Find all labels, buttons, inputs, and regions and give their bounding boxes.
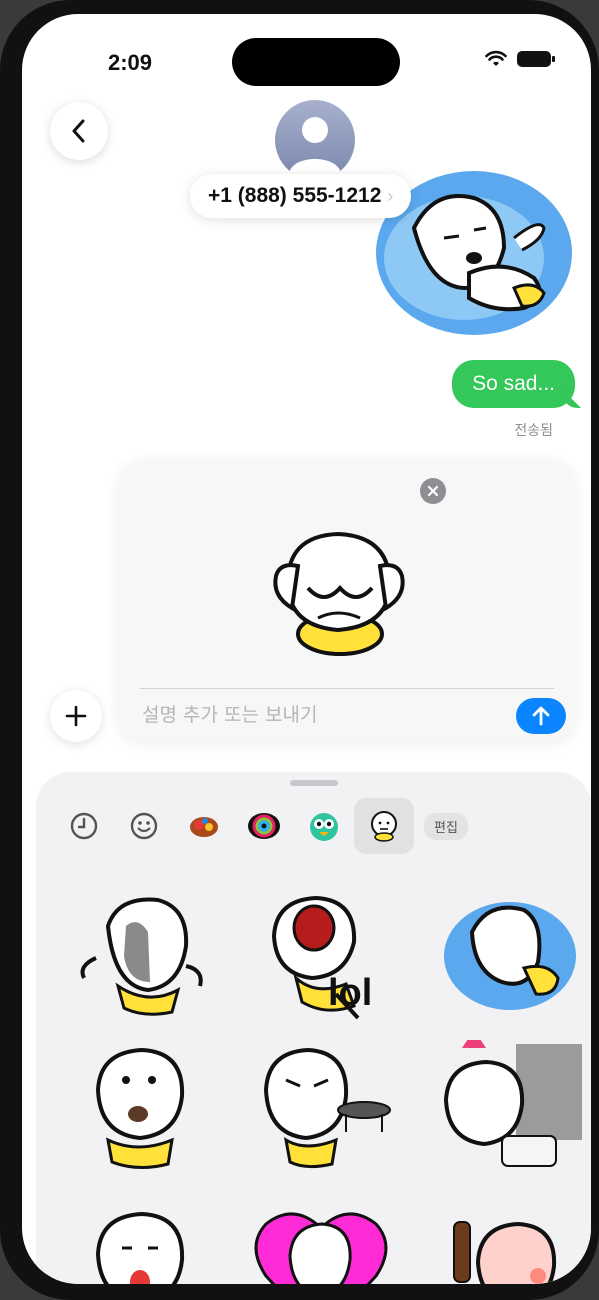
status-time: 2:09: [108, 50, 153, 75]
tab-emoji[interactable]: [114, 798, 174, 854]
sticker-item[interactable]: [246, 886, 396, 1026]
remove-attachment-button[interactable]: [420, 478, 446, 504]
back-button[interactable]: [50, 102, 108, 160]
message-bubble[interactable]: So sad...: [452, 360, 575, 408]
contact-phone-number: +1 (888) 555-1212: [208, 184, 382, 207]
sticker-pack-1-icon: [190, 817, 218, 837]
sticker-pack-2-icon: [248, 813, 280, 839]
sticker-item[interactable]: [68, 1040, 218, 1180]
sticker-grill-icon: [263, 1047, 391, 1169]
wifi-icon: [485, 50, 507, 66]
caption-input[interactable]: [140, 698, 484, 732]
sticker-item[interactable]: [246, 1040, 396, 1180]
compose-divider: [140, 688, 554, 689]
sticker-item[interactable]: [68, 1204, 218, 1284]
status-icons: [485, 50, 555, 68]
chevron-right-icon: ›: [387, 185, 394, 206]
contact-avatar[interactable]: [275, 100, 355, 180]
send-button[interactable]: [516, 698, 566, 734]
drawer-grabber[interactable]: [290, 780, 338, 786]
clock-icon: [70, 812, 98, 840]
arrow-up-icon: [532, 706, 550, 726]
close-icon: [427, 485, 439, 497]
edit-button[interactable]: 편집: [424, 812, 468, 840]
sticker-item[interactable]: [246, 1196, 396, 1284]
plus-icon: [65, 705, 87, 727]
sticker-pack-active-icon: [371, 811, 397, 842]
sticker-laughing-icon: [271, 895, 360, 1020]
contact-name-pill[interactable]: +1 (888) 555-1212 ›: [190, 174, 412, 218]
sticker-item[interactable]: [432, 1030, 582, 1180]
sticker-lying-icon: [444, 902, 576, 1010]
emoji-smile-icon: [130, 812, 158, 840]
tab-recents[interactable]: [54, 798, 114, 854]
sticker-tabs: 편집: [54, 798, 468, 854]
screen: 2:09 +1 (888) 555-1212 › So sad... 전송됨 설…: [22, 14, 591, 1284]
add-attachment-button[interactable]: [50, 690, 102, 742]
phone-frame: 2:09 +1 (888) 555-1212 › So sad... 전송됨 설…: [0, 0, 599, 1300]
compose-card: [118, 460, 576, 742]
sticker-running-icon: [80, 897, 203, 1016]
sticker-eating-icon: [95, 1047, 185, 1169]
sticker-pack-3-icon: [310, 813, 338, 841]
sticker-item[interactable]: [68, 886, 218, 1026]
sticker-drinking-icon: [453, 1221, 557, 1284]
delivered-status: 전송됨: [514, 422, 553, 438]
sticker-tongue-icon: [95, 1211, 185, 1284]
battery-icon: [517, 51, 555, 67]
tab-sticker-pack-1[interactable]: [174, 798, 234, 854]
tab-sticker-pack-active[interactable]: [354, 798, 414, 854]
dynamic-island: [232, 38, 400, 86]
sticker-heart-icon: [254, 1212, 388, 1284]
sticker-item[interactable]: [432, 1202, 582, 1284]
sticker-item[interactable]: [432, 882, 582, 1022]
attached-sticker: [273, 531, 405, 656]
sticker-birthday-icon: [443, 1030, 582, 1167]
tab-sticker-pack-2[interactable]: [234, 798, 294, 854]
sticker-drawer: 편집 lol: [36, 772, 591, 1284]
tab-sticker-pack-3[interactable]: [294, 798, 354, 854]
lol-sticker-text: lol: [328, 972, 373, 1014]
person-icon: [289, 117, 341, 174]
chevron-left-icon: [72, 119, 85, 143]
